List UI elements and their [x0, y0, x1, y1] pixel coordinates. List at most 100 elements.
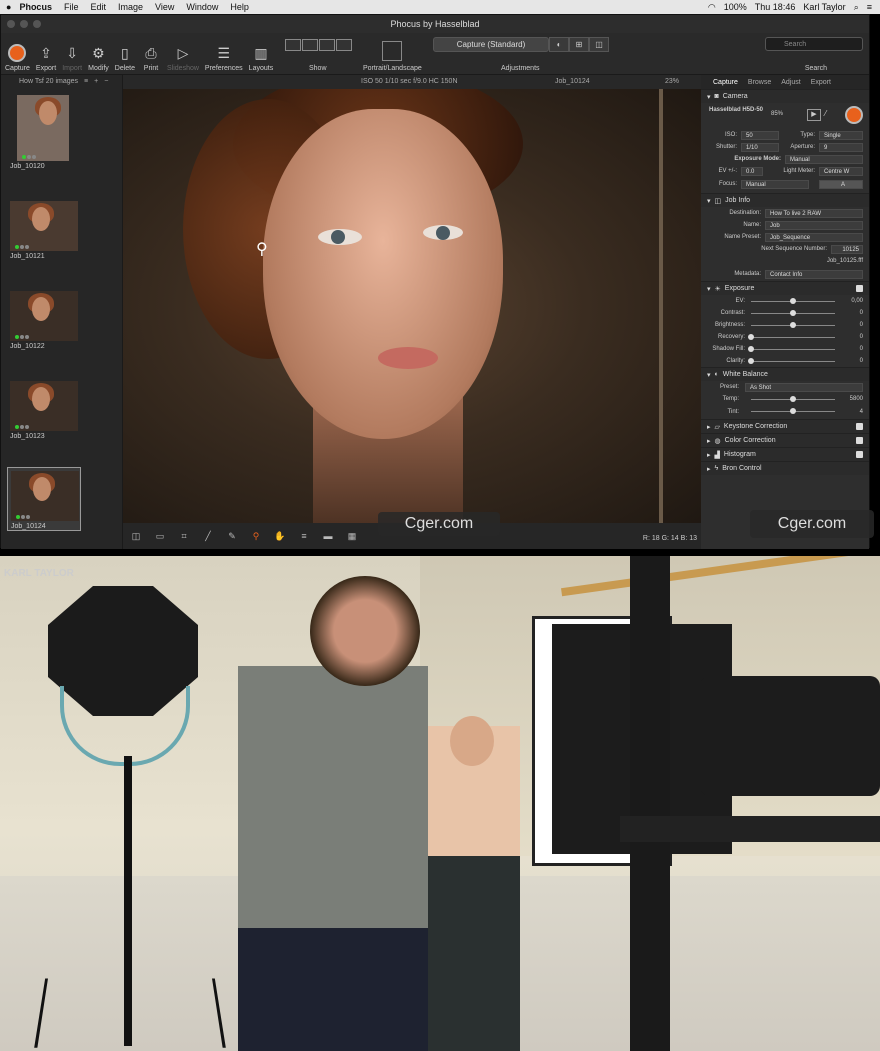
ev-stepper[interactable]: 0.0: [741, 166, 763, 176]
slider-knob[interactable]: [790, 298, 796, 304]
keystone-checkbox[interactable]: [856, 423, 863, 430]
exposure-value[interactable]: 0: [841, 358, 863, 364]
preferences-button[interactable]: ☰ Preferences: [205, 43, 243, 73]
white-balance-section[interactable]: ▾ ◐ White Balance: [701, 367, 869, 381]
adjust-icon[interactable]: ◐: [549, 37, 569, 52]
bag-icon[interactable]: ◫: [589, 37, 609, 52]
menu-edit[interactable]: Edit: [90, 2, 106, 12]
name-preset-select[interactable]: Job_Sequence: [765, 232, 863, 242]
show-mode-2[interactable]: [302, 39, 318, 51]
crop-icon[interactable]: ⌗: [175, 529, 193, 543]
exposure-value[interactable]: 0: [841, 322, 863, 328]
thumbnail[interactable]: Job_10120: [7, 95, 81, 170]
thumbnail-selected[interactable]: Job_10124: [7, 467, 81, 531]
live-view-icon[interactable]: ▶: [807, 109, 821, 121]
text-tool-icon[interactable]: ≡: [295, 529, 313, 543]
portrait-photo[interactable]: ⚲: [123, 89, 701, 523]
battery-percent[interactable]: 100%: [724, 2, 747, 12]
wifi-icon[interactable]: ◠: [708, 2, 716, 13]
exposure-value[interactable]: 0: [841, 310, 863, 316]
metadata-select[interactable]: Contact Info: [765, 269, 863, 279]
zoom-level[interactable]: 23%: [665, 78, 679, 85]
modify-button[interactable]: ⚙ Modify: [88, 43, 109, 73]
browser-menu-icon[interactable]: ≡: [84, 78, 88, 85]
size-slider-icon[interactable]: ▬: [319, 529, 337, 543]
exposure-slider[interactable]: [748, 358, 835, 364]
straighten-icon[interactable]: ╱: [199, 529, 217, 543]
wb-preset-select[interactable]: As Shot: [745, 382, 863, 392]
camera-section[interactable]: ▾ ◙ Camera: [701, 89, 869, 103]
exposure-slider[interactable]: [751, 310, 835, 316]
tab-adjust[interactable]: Adjust: [781, 79, 800, 86]
hand-tool-icon[interactable]: ✋: [271, 529, 289, 543]
clock[interactable]: Thu 18:46: [755, 2, 796, 12]
aperture-select[interactable]: 9: [819, 142, 863, 152]
import-button[interactable]: ⇩ Import: [62, 43, 82, 73]
thumbnail[interactable]: Job_10123: [7, 381, 81, 440]
exposure-mode-select[interactable]: Manual: [785, 154, 863, 164]
single-view-icon[interactable]: ▭: [151, 529, 169, 543]
histogram-section[interactable]: ▸ ▟ Histogram: [701, 447, 869, 461]
layouts-button[interactable]: ▥ Layouts: [249, 43, 274, 73]
cable-icon[interactable]: ⁄: [825, 109, 826, 118]
show-mode-4[interactable]: [336, 39, 352, 51]
show-mode-1[interactable]: [285, 39, 301, 51]
bron-control-section[interactable]: ▸ ϟ Bron Control: [701, 461, 869, 475]
capture-mode-select[interactable]: Capture (Standard): [433, 37, 549, 52]
show-mode-3[interactable]: [319, 39, 335, 51]
grid-icon[interactable]: ▦: [343, 529, 361, 543]
loupe-tool-icon[interactable]: ⚲: [247, 529, 265, 543]
compare-view-icon[interactable]: ◫: [127, 529, 145, 543]
thumbnail[interactable]: Job_10122: [7, 291, 81, 350]
shutter-select[interactable]: 1/10: [741, 142, 779, 152]
close-button[interactable]: [7, 20, 15, 28]
focus-select[interactable]: Manual: [741, 180, 809, 189]
add-icon[interactable]: +: [94, 78, 98, 85]
tab-browse[interactable]: Browse: [748, 79, 771, 86]
keystone-section[interactable]: ▸ ▱ Keystone Correction: [701, 419, 869, 433]
search-input[interactable]: Search: [765, 37, 863, 51]
color-correction-section[interactable]: ▸ ◍ Color Correction: [701, 433, 869, 447]
type-select[interactable]: Single: [819, 130, 863, 140]
print-button[interactable]: ⎙ Print: [141, 43, 161, 73]
exposure-section[interactable]: ▾ ☀ Exposure: [701, 281, 869, 295]
export-button[interactable]: ⇪ Export: [36, 43, 56, 73]
slider-knob[interactable]: [748, 334, 754, 340]
compare-icon[interactable]: ⊞: [569, 37, 589, 52]
menu-help[interactable]: Help: [230, 2, 249, 12]
histogram-checkbox[interactable]: [856, 451, 863, 458]
tint-slider[interactable]: [751, 408, 835, 414]
exposure-enable-checkbox[interactable]: [856, 285, 863, 292]
capture-button[interactable]: Capture: [5, 43, 30, 72]
tab-capture[interactable]: Capture: [713, 79, 738, 86]
iso-select[interactable]: 50: [741, 130, 779, 140]
user-name[interactable]: Karl Taylor: [803, 2, 845, 12]
exposure-value[interactable]: 0: [841, 346, 863, 352]
job-name-field[interactable]: Job: [765, 220, 863, 230]
spotlight-icon[interactable]: ⌕: [854, 2, 859, 13]
minimize-button[interactable]: [20, 20, 28, 28]
destination-select[interactable]: How To live 2 RAW: [765, 208, 863, 218]
menu-file[interactable]: File: [64, 2, 79, 12]
tint-slider-knob[interactable]: [790, 408, 796, 414]
light-meter-select[interactable]: Centre W: [819, 166, 863, 176]
exposure-slider[interactable]: [751, 322, 835, 328]
temp-slider[interactable]: [751, 396, 835, 402]
job-info-section[interactable]: ▾ ◫ Job Info: [701, 193, 869, 207]
thumbnail[interactable]: Job_10121: [7, 201, 81, 260]
focus-af-button[interactable]: A: [819, 180, 863, 189]
temp-slider-knob[interactable]: [790, 396, 796, 402]
temp-value[interactable]: 5800: [841, 396, 863, 402]
exposure-value[interactable]: 0,00: [841, 298, 863, 304]
tab-export[interactable]: Export: [811, 79, 831, 86]
apple-icon[interactable]: ●: [6, 2, 11, 12]
exposure-slider[interactable]: [751, 298, 835, 304]
menu-list-icon[interactable]: ≡: [867, 2, 872, 12]
portrait-landscape-button[interactable]: Portrait/Landscape: [363, 41, 422, 72]
next-sequence-field[interactable]: 10125: [831, 244, 863, 254]
slider-knob[interactable]: [748, 358, 754, 364]
zoom-button[interactable]: [33, 20, 41, 28]
menu-image[interactable]: Image: [118, 2, 143, 12]
slideshow-button[interactable]: ▷ Slideshow: [167, 43, 199, 73]
menu-view[interactable]: View: [155, 2, 174, 12]
